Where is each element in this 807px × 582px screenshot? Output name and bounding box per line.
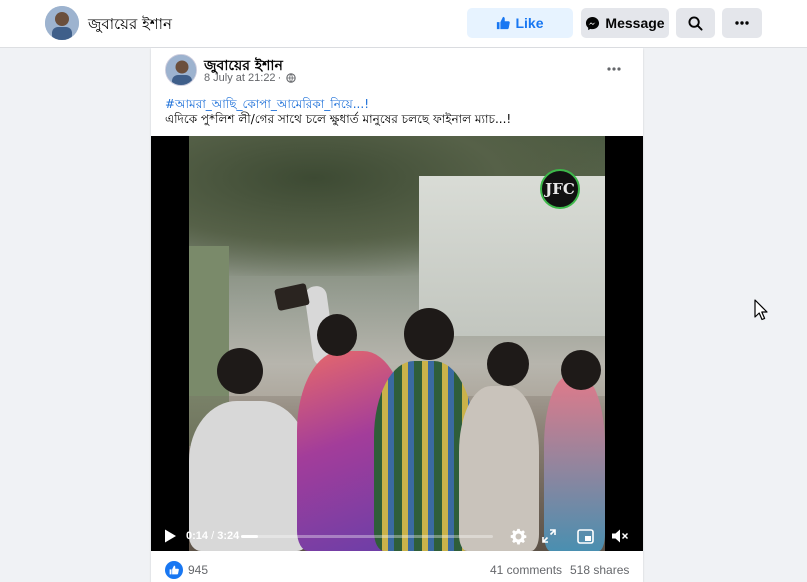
like-button-label: Like xyxy=(515,15,544,31)
mouse-cursor-icon xyxy=(754,299,768,321)
messenger-icon xyxy=(586,16,600,30)
more-options-button[interactable] xyxy=(722,8,762,38)
video-controls: 0:14 / 3:24 xyxy=(151,521,643,551)
play-button[interactable] xyxy=(163,528,177,544)
video-player[interactable]: JFC 0:14 / 3:24 xyxy=(151,136,643,551)
time-separator: / xyxy=(211,530,215,542)
duration: 3:24 xyxy=(217,530,240,542)
seek-bar[interactable] xyxy=(241,535,493,538)
thumbs-up-icon xyxy=(497,16,511,30)
search-button[interactable] xyxy=(676,8,715,38)
engagement-bar: 945 41 comments 518 shares xyxy=(151,558,643,582)
like-page-button[interactable]: Like xyxy=(467,8,573,38)
message-button[interactable]: Message xyxy=(581,8,669,38)
like-reaction-icon[interactable] xyxy=(165,561,183,579)
video-time: 0:14 / 3:24 xyxy=(186,530,239,542)
speaker-muted-icon xyxy=(612,529,629,543)
post-text: এদিকে পু*লিশ লী/গের সাথে চলে ক্ষুধার্ত ম… xyxy=(165,112,512,126)
message-button-label: Message xyxy=(605,15,665,31)
globe-icon xyxy=(286,73,296,83)
shares-count-link[interactable]: 518 shares xyxy=(570,563,629,577)
seek-progress xyxy=(241,535,259,538)
play-icon xyxy=(165,529,176,543)
thumbs-up-icon xyxy=(169,565,179,575)
comments-count-link[interactable]: 41 comments xyxy=(490,563,562,577)
current-time: 0:14 xyxy=(186,530,209,542)
settings-button[interactable] xyxy=(509,527,527,545)
post-timestamp[interactable]: 8 July at 21:22 xyxy=(204,72,276,84)
reaction-count[interactable]: 945 xyxy=(188,563,208,577)
fullscreen-button[interactable] xyxy=(540,527,558,545)
author-avatar[interactable] xyxy=(165,54,197,86)
search-icon xyxy=(688,15,703,31)
channel-watermark-logo: JFC xyxy=(540,169,580,209)
pip-icon xyxy=(576,528,594,544)
ellipsis-icon xyxy=(607,67,621,71)
expand-icon xyxy=(542,529,556,543)
gear-icon xyxy=(510,528,526,544)
page-avatar[interactable] xyxy=(45,6,79,40)
ellipsis-icon xyxy=(735,21,749,25)
page-header: জুবায়ের ইশান Like Message xyxy=(0,0,807,48)
page-title[interactable]: জুবায়ের ইশান xyxy=(88,13,172,38)
meta-dot: · xyxy=(277,72,282,84)
post-card: জুবায়ের ইশান 8 July at 21:22 · #আমরা_আছ… xyxy=(151,48,643,582)
post-meta: 8 July at 21:22 · xyxy=(204,72,296,84)
post-options-button[interactable] xyxy=(603,58,625,80)
mute-button[interactable] xyxy=(611,527,629,545)
picture-in-picture-button[interactable] xyxy=(576,527,594,545)
